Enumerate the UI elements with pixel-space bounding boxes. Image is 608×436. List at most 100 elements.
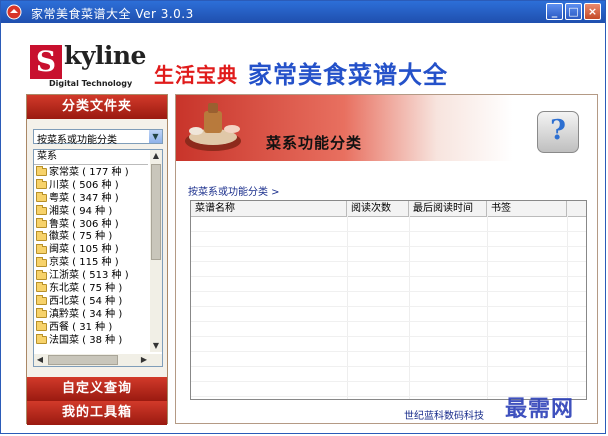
section-custom-query[interactable]: 自定义查询 <box>27 377 167 401</box>
column-divider <box>409 216 410 399</box>
category-label: 鲁菜 ( 306 种 ) <box>49 218 119 230</box>
company-credit: 世纪蓝科数码科技 <box>404 411 484 422</box>
category-list-item[interactable]: 西北菜 ( 54 种 ) <box>34 295 150 308</box>
column-recipe-name[interactable]: 菜谱名称 <box>191 201 347 216</box>
table-row-line <box>191 246 586 247</box>
sidebar: 分类文件夹 按菜系或功能分类 ▼ 菜系 家常菜 ( 177 种 ) 川菜 ( 50… <box>26 94 168 425</box>
help-icon: ? <box>550 115 566 146</box>
table-row-line <box>191 321 586 322</box>
breadcrumb[interactable]: 按菜系或功能分类 > <box>188 183 280 198</box>
app-icon <box>6 4 22 20</box>
category-list-item[interactable]: 京菜 ( 115 种 ) <box>34 256 150 269</box>
column-last-read[interactable]: 最后阅读时间 <box>409 201 487 216</box>
folder-icon <box>36 321 47 332</box>
table-row-line <box>191 336 586 337</box>
category-label: 江浙菜 ( 513 种 ) <box>49 270 129 282</box>
vertical-scrollbar[interactable]: ▲ ▼ <box>150 150 162 352</box>
table-row-line <box>191 381 586 382</box>
folder-icon <box>36 218 47 228</box>
column-read-count[interactable]: 阅读次数 <box>347 201 409 216</box>
folder-icon <box>36 243 47 254</box>
close-button[interactable]: × <box>584 3 601 20</box>
list-header: 菜系 <box>34 150 148 165</box>
section-category-folder[interactable]: 分类文件夹 <box>27 95 167 119</box>
category-list-item[interactable]: 东北菜 ( 75 种 ) <box>34 282 150 295</box>
horizontal-scrollbar[interactable]: ◀ ▶ <box>34 354 162 366</box>
category-label: 闽菜 ( 105 种 ) <box>49 244 119 256</box>
folder-icon <box>36 256 47 267</box>
folder-icon <box>36 295 47 306</box>
category-label: 滇黔菜 ( 34 种 ) <box>49 308 123 320</box>
table-row-line <box>191 231 586 232</box>
category-label: 法国菜 ( 38 种 ) <box>49 334 123 346</box>
category-list-item[interactable]: 鲁菜 ( 306 种 ) <box>34 218 150 231</box>
column-divider <box>487 216 488 399</box>
recipe-table[interactable]: 菜谱名称 阅读次数 最后阅读时间 书签 <box>190 200 587 400</box>
hscroll-thumb[interactable] <box>48 355 118 365</box>
folder-icon <box>36 166 47 177</box>
title-bar[interactable]: 家常美食菜谱大全 Ver 3.0.3 _ □ × <box>1 1 605 23</box>
category-select-value: 按菜系或功能分类 <box>37 135 117 146</box>
app-header: S kyline Digital Technology 生活宝典 家常美食菜谱大… <box>2 23 605 95</box>
category-list-item[interactable]: 粤菜 ( 347 种 ) <box>34 192 150 205</box>
scroll-right-icon[interactable]: ▶ <box>138 354 150 366</box>
category-list-item[interactable]: 闽菜 ( 105 种 ) <box>34 243 150 256</box>
skyline-logo: S kyline Digital Technology <box>22 41 146 88</box>
scroll-down-icon[interactable]: ▼ <box>150 340 162 352</box>
category-list-item[interactable]: 家常菜 ( 177 种 ) <box>34 166 150 179</box>
folder-icon <box>36 179 47 190</box>
window-title: 家常美食菜谱大全 Ver 3.0.3 <box>31 7 194 21</box>
category-label: 湘菜 ( 94 种 ) <box>49 205 113 217</box>
category-list-item[interactable]: 滇黔菜 ( 34 种 ) <box>34 308 150 321</box>
category-label: 东北菜 ( 75 种 ) <box>49 282 123 294</box>
category-list-item[interactable]: 湘菜 ( 94 种 ) <box>34 205 150 218</box>
category-list-item[interactable]: 江浙菜 ( 513 种 ) <box>34 269 150 282</box>
banner-title: 菜系功能分类 <box>266 134 363 152</box>
column-bookmark[interactable]: 书签 <box>487 201 567 216</box>
brand-slogan: 生活宝典 <box>154 63 238 87</box>
app-window: 家常美食菜谱大全 Ver 3.0.3 _ □ × S kyline Digita… <box>0 0 606 434</box>
category-select[interactable]: 按菜系或功能分类 ▼ <box>33 129 163 146</box>
category-label: 西餐 ( 31 种 ) <box>49 321 113 333</box>
main-panel: 菜系功能分类 ? 按菜系或功能分类 > 菜谱名称 阅读次数 最后阅读时间 书签 … <box>175 94 598 424</box>
scroll-up-icon[interactable]: ▲ <box>150 150 162 162</box>
category-label: 川菜 ( 506 种 ) <box>49 179 119 191</box>
category-list-item[interactable]: 西餐 ( 31 种 ) <box>34 321 150 334</box>
minimize-button[interactable]: _ <box>546 3 563 20</box>
maximize-button[interactable]: □ <box>565 3 582 20</box>
category-banner: 菜系功能分类 ? <box>176 95 597 161</box>
folder-icon <box>36 192 47 203</box>
logo-letter: S <box>30 45 62 79</box>
table-row-line <box>191 261 586 262</box>
folder-icon <box>36 308 47 319</box>
category-label: 粤菜 ( 347 种 ) <box>49 192 119 204</box>
watermark-logo: 最需网 <box>505 396 575 422</box>
folder-icon <box>36 205 47 216</box>
table-row-line <box>191 291 586 292</box>
category-list-item[interactable]: 徽菜 ( 75 种 ) <box>34 230 150 243</box>
hotpot-image <box>185 103 241 151</box>
category-label: 家常菜 ( 177 种 ) <box>49 166 129 178</box>
section-my-toolbox[interactable]: 我的工具箱 <box>27 401 167 425</box>
category-list-item[interactable]: 法国菜 ( 38 种 ) <box>34 334 150 347</box>
folder-icon <box>36 230 47 241</box>
folder-icon <box>36 282 47 293</box>
category-list[interactable]: 菜系 家常菜 ( 177 种 ) 川菜 ( 506 种 ) 粤菜 ( 347 种 )… <box>33 149 163 367</box>
help-button[interactable]: ? <box>537 111 579 153</box>
table-row-line <box>191 276 586 277</box>
category-label: 徽菜 ( 75 种 ) <box>49 231 113 243</box>
column-divider <box>567 216 568 399</box>
table-row-line <box>191 351 586 352</box>
logo-word: kyline <box>64 41 146 70</box>
table-row-line <box>191 366 586 367</box>
table-row-line <box>191 306 586 307</box>
chevron-down-icon[interactable]: ▼ <box>149 130 162 143</box>
category-label: 京菜 ( 115 种 ) <box>49 257 119 269</box>
window-controls: _ □ × <box>546 3 601 20</box>
scroll-left-icon[interactable]: ◀ <box>34 354 46 366</box>
category-list-item[interactable]: 川菜 ( 506 种 ) <box>34 179 150 192</box>
scroll-thumb[interactable] <box>151 164 161 260</box>
category-label: 西北菜 ( 54 种 ) <box>49 295 123 307</box>
folder-icon <box>36 334 47 345</box>
folder-icon <box>36 269 47 280</box>
